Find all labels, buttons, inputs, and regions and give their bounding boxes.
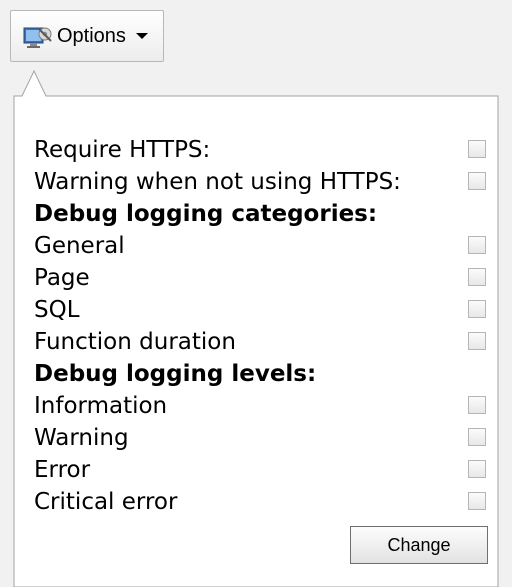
warning-checkbox[interactable] — [468, 428, 486, 446]
setting-label: Function duration — [34, 329, 236, 355]
setting-warning-https: Warning when not using HTTPS: — [34, 166, 490, 198]
setting-label: SQL — [34, 297, 80, 323]
require-https-checkbox[interactable] — [468, 140, 486, 158]
setting-label: Critical error — [34, 489, 178, 515]
setting-label: Warning when not using HTTPS: — [34, 169, 401, 195]
category-sql: SQL — [34, 294, 490, 326]
category-general: General — [34, 230, 490, 262]
setting-label: Information — [34, 393, 168, 419]
setting-label: Require HTTPS: — [34, 137, 211, 163]
level-error: Error — [34, 454, 490, 486]
warning-https-checkbox[interactable] — [468, 172, 486, 190]
setting-label: General — [34, 233, 125, 259]
debug-categories-heading: Debug logging categories: — [34, 201, 378, 227]
settings-list: Require HTTPS: Warning when not using HT… — [34, 134, 490, 518]
setting-require-https: Require HTTPS: — [34, 134, 490, 166]
level-warning: Warning — [34, 422, 490, 454]
general-checkbox[interactable] — [468, 236, 486, 254]
change-button[interactable]: Change — [350, 526, 488, 564]
function-duration-checkbox[interactable] — [468, 332, 486, 350]
critical-error-checkbox[interactable] — [468, 492, 486, 510]
setting-label: Error — [34, 457, 91, 483]
page-checkbox[interactable] — [468, 268, 486, 286]
category-function-duration: Function duration — [34, 326, 490, 358]
sql-checkbox[interactable] — [468, 300, 486, 318]
category-page: Page — [34, 262, 490, 294]
level-information: Information — [34, 390, 490, 422]
information-checkbox[interactable] — [468, 396, 486, 414]
setting-label: Warning — [34, 425, 129, 451]
setting-label: Page — [34, 265, 90, 291]
level-critical-error: Critical error — [34, 486, 490, 518]
debug-levels-heading: Debug logging levels: — [34, 361, 317, 387]
error-checkbox[interactable] — [468, 460, 486, 478]
